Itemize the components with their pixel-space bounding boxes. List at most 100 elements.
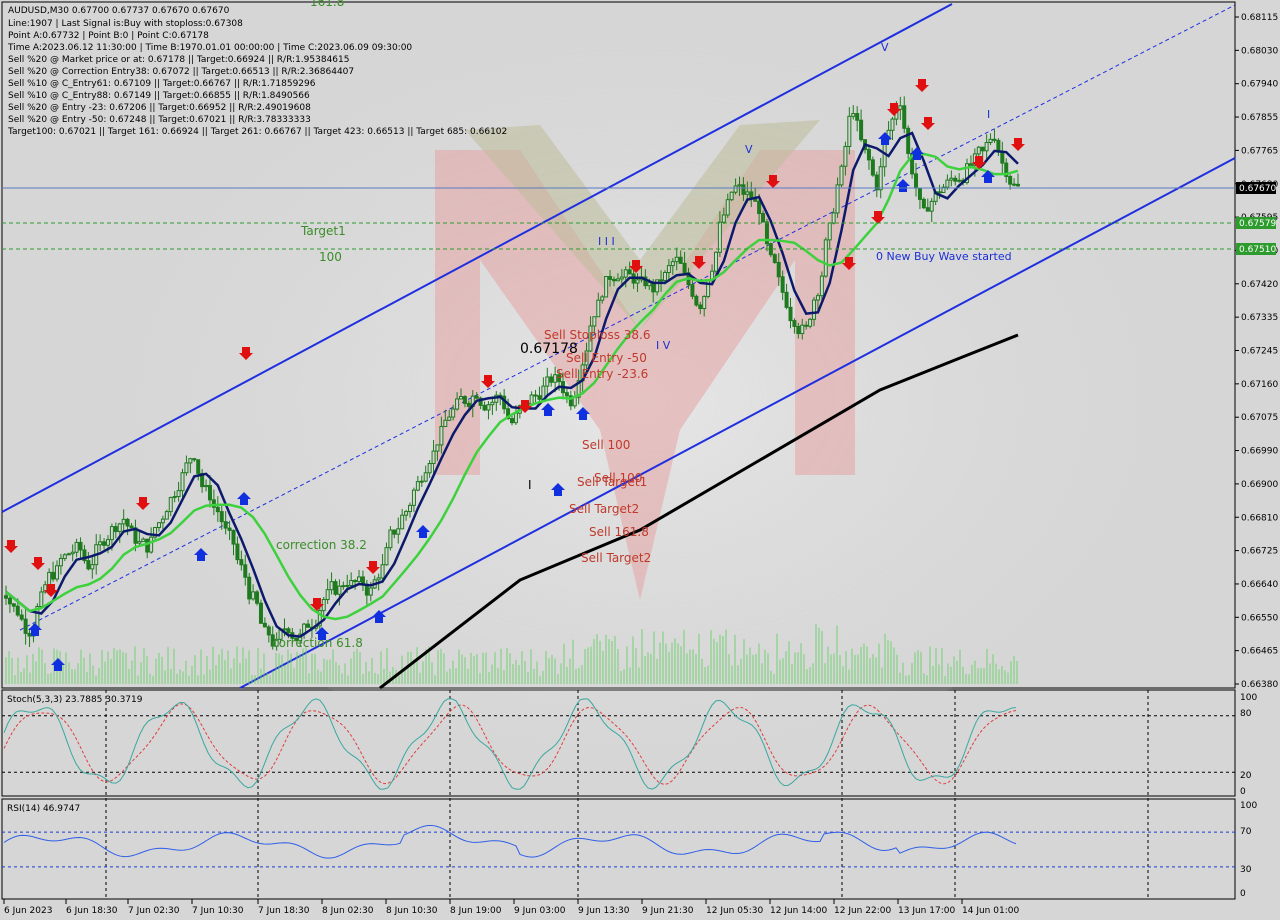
time-tick-label: 8 Jun 02:30: [322, 906, 374, 916]
candle-body: [953, 177, 958, 182]
candle-body: [490, 401, 495, 406]
candle-body: [725, 199, 730, 216]
candle-body: [11, 603, 16, 607]
time-tick-label: 6 Jun 2023: [4, 906, 52, 916]
candle-body: [855, 113, 860, 121]
candle-body: [784, 291, 789, 308]
candle-body: [396, 528, 401, 535]
candle-body: [957, 179, 962, 182]
rsi-panel[interactable]: [1, 798, 1236, 900]
price-axis[interactable]: 0.68115 0.68030 0.67940 0.67855 0.67765 0.676…: [1235, 13, 1278, 690]
time-tick-label: 8 Jun 10:30: [386, 906, 438, 916]
price-tick-label: 0.68030: [1241, 46, 1278, 56]
candle-body: [39, 591, 44, 608]
candle-body: [27, 632, 32, 637]
wave-v-label: V: [745, 143, 753, 156]
price-c-tag: 0.67178: [520, 341, 578, 357]
price-tick-label: 0.66465: [1241, 647, 1278, 657]
candle-body: [662, 271, 667, 281]
candle-body: [921, 198, 926, 209]
candle-body: [54, 565, 59, 580]
candle-body: [670, 261, 675, 267]
candle-body: [745, 191, 750, 195]
candle-body: [902, 105, 907, 129]
header-line-7: Sell %10 @ C_Entry61: 0.67109 || Target:…: [8, 79, 316, 89]
candle-body: [713, 251, 718, 272]
candle-body: [898, 105, 903, 110]
candle-body: [455, 398, 460, 410]
candle-body: [619, 276, 624, 280]
candle-body: [694, 295, 699, 306]
candle-body: [674, 256, 679, 263]
time-tick-label: 12 Jun 05:30: [706, 906, 763, 916]
candle-body: [968, 163, 973, 166]
header-line-11: Target100: 0.67021 || Target 161: 0.6692…: [7, 127, 507, 137]
candle-body: [168, 497, 173, 513]
candle-body: [400, 514, 405, 530]
candle-body: [337, 585, 342, 595]
chart-window: AUDUSD,M30 0.67700 0.67737 0.67670 0.676…: [0, 0, 1280, 920]
candle-body: [117, 523, 122, 533]
candle-body: [333, 581, 338, 595]
time-axis[interactable]: 6 Jun 2023 6 Jun 18:30 7 Jun 02:30 7 Jun 10…: [3, 899, 1019, 916]
level-a-tag: 0.67579: [1239, 219, 1276, 229]
candle-body: [792, 320, 797, 327]
candle-body: [604, 276, 609, 298]
candle-body: [145, 538, 150, 553]
time-tick-label: 14 Jun 01:00: [962, 906, 1019, 916]
candle-body: [345, 584, 350, 587]
candle-body: [286, 628, 291, 634]
candle-body: [925, 207, 930, 212]
candle-body: [737, 184, 742, 187]
time-tick-label: 9 Jun 21:30: [642, 906, 694, 916]
candle-body: [282, 628, 287, 631]
candle-body: [474, 395, 479, 399]
candle-body: [141, 538, 146, 543]
sell-100-label: Sell 100: [582, 438, 630, 452]
header-line-2: Line:1907 | Last Signal is:Buy with stop…: [8, 19, 243, 29]
candle-body: [121, 518, 126, 525]
time-tick-label: 9 Jun 13:30: [578, 906, 630, 916]
price-tick-label: 0.67075: [1241, 413, 1278, 423]
candle-body: [90, 564, 95, 570]
candle-body: [231, 529, 236, 545]
candle-body: [655, 279, 660, 293]
candle-body: [219, 511, 224, 523]
candle-body: [466, 402, 471, 407]
sell-stoploss-label: Sell Stoploss 38.6: [544, 328, 650, 342]
candle-body: [62, 554, 67, 559]
sell-100-b-label: Sell 100: [594, 471, 642, 485]
candle-body: [819, 275, 824, 297]
candle-body: [227, 527, 232, 531]
candle-body: [188, 458, 193, 464]
candle-body: [384, 547, 389, 566]
candle-body: [47, 571, 52, 586]
candle-body: [839, 165, 844, 186]
candle-body: [564, 392, 569, 397]
candle-body: [435, 444, 440, 452]
candle-body: [160, 518, 165, 524]
candle-body: [486, 404, 491, 411]
candle-body: [19, 614, 24, 620]
time-tick-label: 7 Jun 10:30: [192, 906, 244, 916]
candle-body: [239, 559, 244, 566]
candle-body: [859, 119, 864, 141]
candle-body: [949, 177, 954, 181]
candle-body: [341, 585, 346, 588]
candle-body: [835, 184, 840, 214]
price-tick-label: 0.67245: [1241, 347, 1278, 357]
candle-body: [914, 173, 919, 189]
candle-body: [4, 595, 8, 599]
candle-body: [164, 511, 169, 520]
time-tick-label: 13 Jun 17:00: [898, 906, 955, 916]
candle-body: [176, 490, 181, 498]
rsi-level-70: 70: [1240, 827, 1252, 837]
candle-body: [815, 295, 820, 301]
price-tick-label: 0.66725: [1241, 547, 1278, 557]
candle-body: [86, 560, 91, 570]
candle-body: [733, 185, 738, 193]
chart-canvas: AUDUSD,M30 0.67700 0.67737 0.67670 0.676…: [1, 0, 1278, 916]
candle-body: [682, 262, 687, 274]
candle-body: [917, 187, 922, 200]
candle-body: [945, 179, 950, 188]
